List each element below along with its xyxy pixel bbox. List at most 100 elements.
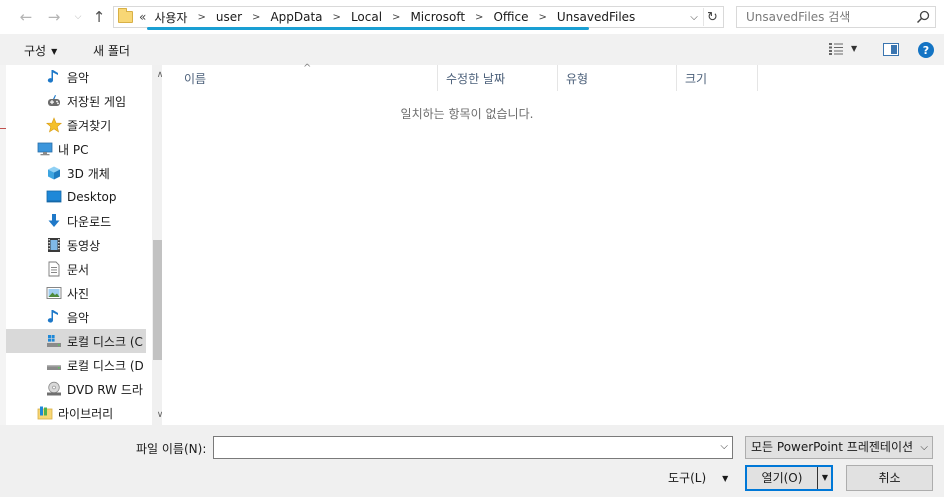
download-icon <box>46 213 62 229</box>
nav-item-favorites[interactable]: 즐겨찾기 <box>6 113 146 137</box>
organize-button[interactable]: 구성 ▼ <box>24 42 57 59</box>
desktop-icon <box>46 189 62 205</box>
nav-item-saved-games[interactable]: 저장된 게임 <box>6 89 146 113</box>
scrollbar-thumb[interactable] <box>153 240 162 360</box>
nav-item-label: 로컬 디스크 (C <box>67 334 143 349</box>
address-bar[interactable]: « 사용자 > user > AppData > Local > Microso… <box>113 6 724 28</box>
open-button[interactable]: 열기(O) ▼ <box>745 465 833 491</box>
saved-games-icon <box>46 93 62 109</box>
cancel-button[interactable]: 취소 <box>846 465 933 491</box>
video-icon <box>46 237 62 253</box>
music-icon <box>46 309 62 325</box>
column-header-date-modified[interactable]: 수정한 날짜 <box>438 65 558 91</box>
address-dropdown-icon[interactable]: ⌵ <box>687 9 701 25</box>
breadcrumb-item[interactable]: Office <box>491 10 530 24</box>
search-box[interactable] <box>736 6 936 28</box>
chevron-right-icon[interactable]: > <box>384 12 408 23</box>
nav-item-label: 음악 <box>67 70 90 85</box>
tools-menu-button[interactable]: 도구(L) ▼ <box>668 469 728 486</box>
nav-item-pictures[interactable]: 사진 <box>6 281 146 305</box>
nav-item-label: 문서 <box>67 262 90 277</box>
breadcrumb-item[interactable]: Microsoft <box>408 10 467 24</box>
column-header-size[interactable]: 크기 <box>677 65 757 91</box>
nav-item-local-disk-d[interactable]: 로컬 디스크 (D <box>6 353 146 377</box>
chevron-down-icon[interactable]: ⌵ <box>720 441 728 452</box>
column-header-type[interactable]: 유형 <box>558 65 676 91</box>
new-folder-button[interactable]: 새 폴더 <box>93 42 130 59</box>
nav-item-this-pc[interactable]: 내 PC <box>6 137 146 161</box>
nav-item-3d-objects[interactable]: 3D 개체 <box>6 161 146 185</box>
nav-item-label: DVD RW 드라 <box>67 382 143 397</box>
nav-item-desktop[interactable]: Desktop <box>6 185 146 209</box>
nav-item-videos[interactable]: 동영상 <box>6 233 146 257</box>
scroll-down-icon[interactable]: ∨ <box>152 407 162 423</box>
chevron-right-icon[interactable]: > <box>325 12 349 23</box>
open-button-label[interactable]: 열기(O) <box>747 467 817 489</box>
nav-item-local-disk-c[interactable]: 로컬 디스크 (C <box>6 329 146 353</box>
chevron-down-icon[interactable]: ⌵ <box>920 437 928 458</box>
nav-item-downloads[interactable]: 다운로드 <box>6 209 146 233</box>
help-icon[interactable]: ? <box>918 42 934 58</box>
file-type-value: 모든 PowerPoint 프레젠테이션 <box>751 440 914 454</box>
nav-item-libraries[interactable]: 라이브러리 <box>6 401 146 425</box>
3d-objects-icon <box>46 165 62 181</box>
file-list: ^ 이름 수정한 날짜 유형 크기 일치하는 항목이 없습니다. <box>162 63 944 425</box>
nav-item-label: 로컬 디스크 (D <box>67 358 144 373</box>
breadcrumb-item[interactable]: user <box>214 10 244 24</box>
open-options-caret-icon[interactable]: ▼ <box>819 467 831 489</box>
nav-item-label: 사진 <box>67 286 90 301</box>
column-divider[interactable] <box>757 65 758 91</box>
breadcrumb-overflow[interactable]: « <box>139 10 152 24</box>
nav-item-music-2[interactable]: 음악 <box>6 305 146 329</box>
details-view-icon[interactable] <box>829 43 843 55</box>
dvd-drive-icon <box>46 381 62 397</box>
music-icon <box>46 69 62 85</box>
breadcrumb-item-current[interactable]: UnsavedFiles <box>555 10 637 24</box>
breadcrumb-item[interactable]: Local <box>349 10 384 24</box>
nav-item-label: 즐겨찾기 <box>67 118 112 133</box>
breadcrumb-item[interactable]: 사용자 <box>152 9 189 26</box>
forward-arrow-icon[interactable]: → <box>44 7 64 27</box>
back-arrow-icon[interactable]: ← <box>16 7 36 27</box>
computer-icon <box>37 141 53 157</box>
folder-icon <box>118 8 133 23</box>
chevron-right-icon[interactable]: > <box>530 12 554 23</box>
nav-item-label: 내 PC <box>58 142 89 157</box>
command-toolbar: 구성 ▼ 새 폴더 ▼ ? <box>0 34 944 65</box>
search-icon[interactable] <box>916 10 930 24</box>
recent-locations-chevron-icon[interactable]: ⌵ <box>68 7 88 27</box>
nav-item-music[interactable]: 음악 <box>6 65 146 89</box>
nav-item-label: 3D 개체 <box>67 166 110 181</box>
navigation-pane: 음악 저장된 게임 즐겨찾기 내 PC 3D 개체 Desktop 다운로드 동… <box>6 65 162 425</box>
scroll-up-icon[interactable]: ∧ <box>152 67 162 83</box>
nav-item-label: 저장된 게임 <box>67 94 127 109</box>
nav-item-label: 동영상 <box>67 238 101 253</box>
document-icon <box>46 261 62 277</box>
library-icon <box>37 405 53 421</box>
dialog-footer: 파일 이름(N): ⌵ 모든 PowerPoint 프레젠테이션 ⌵ 도구(L)… <box>0 425 944 497</box>
column-header-name[interactable]: 이름 <box>176 65 438 91</box>
up-arrow-icon[interactable]: ↑ <box>89 7 109 27</box>
preview-pane-icon[interactable] <box>883 43 899 56</box>
highlight-underline <box>147 27 589 30</box>
search-input[interactable] <box>737 7 912 27</box>
nav-item-documents[interactable]: 문서 <box>6 257 146 281</box>
file-type-select[interactable]: 모든 PowerPoint 프레젠테이션 ⌵ <box>745 436 933 459</box>
file-name-combobox[interactable]: ⌵ <box>213 436 733 459</box>
nav-item-label: 음악 <box>67 310 90 325</box>
star-icon <box>46 117 62 133</box>
refresh-icon[interactable]: ↻ <box>703 8 721 26</box>
file-name-label: 파일 이름(N): <box>136 442 207 456</box>
view-options-caret-icon[interactable]: ▼ <box>851 44 857 53</box>
nav-scrollbar[interactable]: ∧ ∨ <box>152 65 162 425</box>
organize-label: 구성 <box>24 44 47 58</box>
empty-folder-message: 일치하는 항목이 없습니다. <box>400 107 534 121</box>
caret-down-icon: ▼ <box>51 47 58 56</box>
chevron-right-icon[interactable]: > <box>244 12 268 23</box>
file-name-input[interactable] <box>214 437 709 458</box>
breadcrumb-item[interactable]: AppData <box>268 10 324 24</box>
chevron-right-icon[interactable]: > <box>189 12 213 23</box>
caret-down-icon: ▼ <box>722 474 729 483</box>
nav-item-dvd-drive[interactable]: DVD RW 드라 <box>6 377 146 401</box>
chevron-right-icon[interactable]: > <box>467 12 491 23</box>
